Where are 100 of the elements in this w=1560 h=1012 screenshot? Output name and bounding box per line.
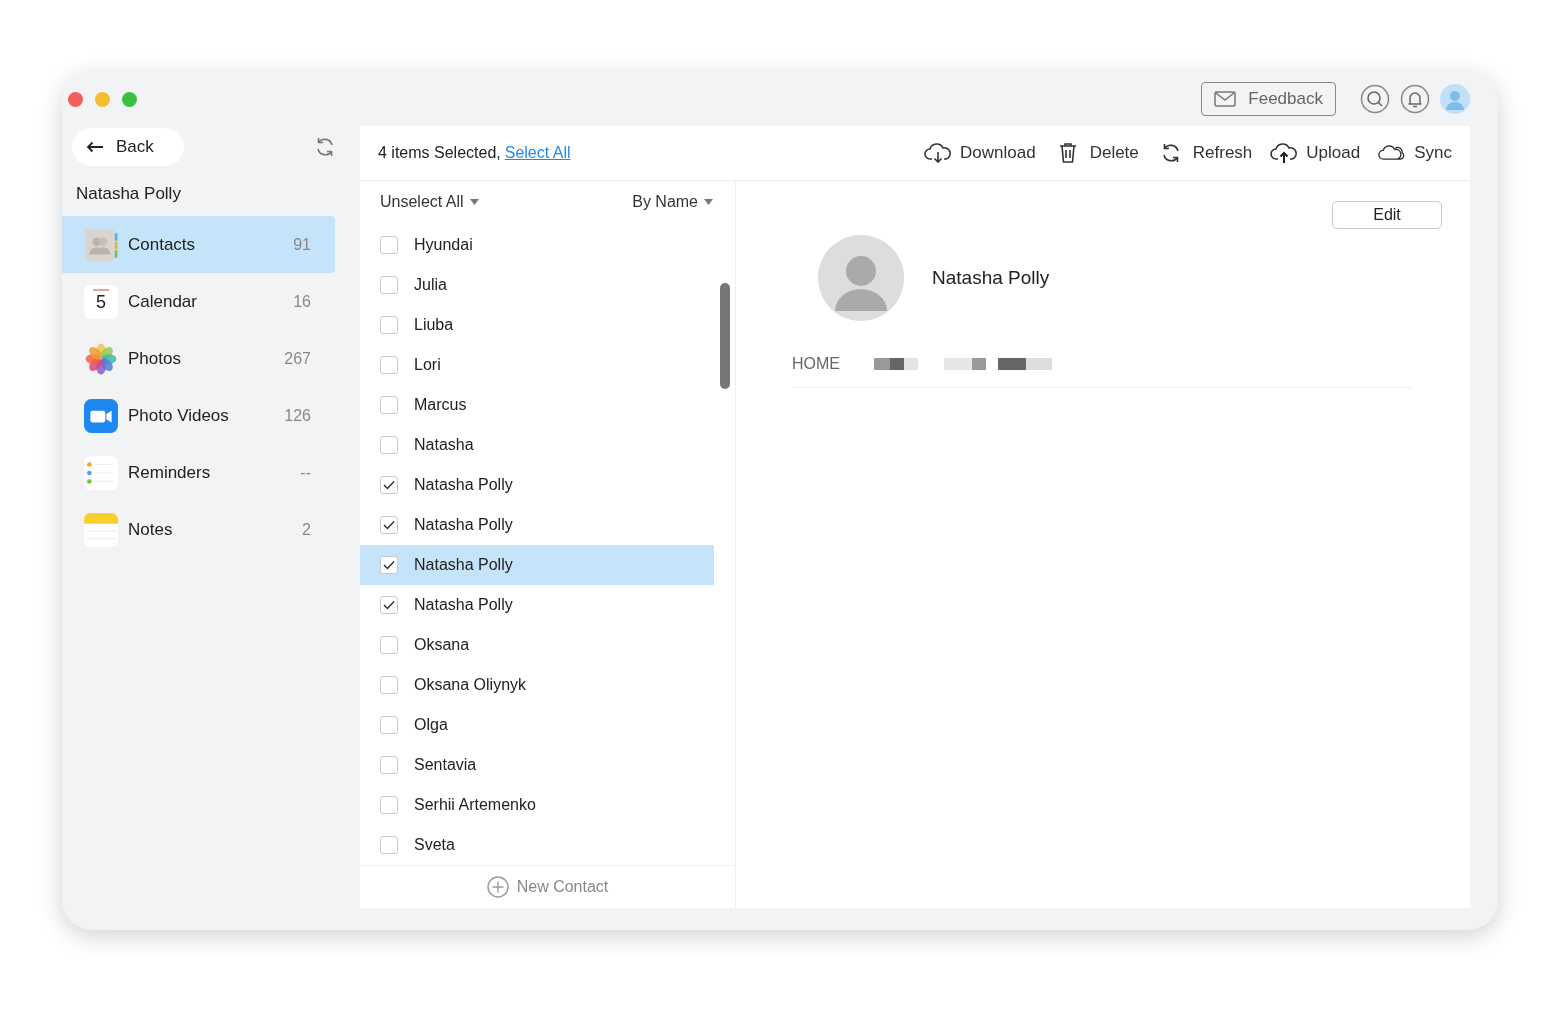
contact-row[interactable]: Serhii Artemenko [360, 785, 714, 825]
sidebar-item[interactable]: Reminders -- [62, 444, 335, 501]
contact-row[interactable]: Natasha Polly [360, 545, 714, 585]
contact-row[interactable]: Sveta [360, 825, 714, 865]
cloud-download-icon [924, 142, 953, 164]
contact-row[interactable]: Natasha [360, 425, 714, 465]
category-label: Photos [128, 348, 182, 369]
checkbox[interactable] [380, 596, 398, 614]
sidebar-item[interactable]: Photo Videos 126 [62, 387, 335, 444]
contact-row[interactable]: Lori [360, 345, 714, 385]
item-count: -- [300, 463, 311, 482]
contact-name: Julia [414, 276, 447, 294]
category-label: Photo Videos [128, 405, 230, 426]
contact-row[interactable]: Oksana Oliynyk [360, 665, 714, 705]
contact-name: Natasha Polly [414, 556, 513, 574]
contact-name: Oksana [414, 636, 470, 654]
checkbox[interactable] [380, 436, 398, 454]
flower-app-icon [84, 341, 118, 376]
zoom-button[interactable] [122, 91, 137, 107]
contact-row[interactable]: Sentavia [360, 745, 714, 785]
back-button[interactable]: Back [72, 128, 184, 166]
back-arrow-icon [86, 141, 104, 153]
toolbar-button[interactable]: Sync [1378, 142, 1452, 164]
contact-name: Lori [414, 356, 441, 374]
calendar-app-icon: 5 [84, 284, 118, 319]
feedback-button[interactable]: Feedback [1201, 82, 1336, 116]
sidebar-item[interactable]: 5 Calendar 16 [62, 273, 335, 330]
search-icon[interactable] [1360, 84, 1390, 114]
checkmark-icon [383, 560, 395, 570]
checkbox[interactable] [380, 396, 398, 414]
toolbar-button[interactable]: Delete [1053, 142, 1139, 164]
envelope-icon [1214, 91, 1237, 107]
contact-row[interactable]: Natasha Polly [360, 585, 714, 625]
checkbox[interactable] [380, 836, 398, 854]
contact-name: Natasha Polly [414, 596, 513, 614]
contact-row[interactable]: Hyundai [360, 225, 714, 265]
new-contact-button[interactable]: New Contact [480, 875, 615, 899]
selection-status: 4 items Selected, [378, 144, 501, 162]
contact-row[interactable]: Marcus [360, 385, 714, 425]
checkbox[interactable] [380, 236, 398, 254]
contact-name: Oksana Oliynyk [414, 676, 527, 694]
checkbox[interactable] [380, 316, 398, 334]
caret-icon [704, 199, 713, 205]
sidebar-item[interactable]: Photos 267 [62, 330, 335, 387]
user-avatar-icon[interactable] [1440, 84, 1470, 114]
contact-row[interactable]: Olga [360, 705, 714, 745]
contacts-app-icon [84, 227, 118, 262]
contact-name: Natasha Polly [414, 516, 513, 534]
contact-name: Hyundai [414, 236, 473, 254]
checkbox[interactable] [380, 476, 398, 494]
contact-row[interactable]: Oksana [360, 625, 714, 665]
checkbox[interactable] [380, 556, 398, 574]
checkbox[interactable] [380, 636, 398, 654]
contact-row[interactable]: Natasha Polly [360, 505, 714, 545]
category-label: Calendar [128, 291, 198, 312]
unselect-all-dropdown[interactable]: Unselect All [380, 193, 479, 211]
sidebar-item[interactable]: Notes 2 [62, 501, 335, 558]
category-label: Reminders [128, 462, 212, 483]
caret-icon [469, 199, 479, 205]
item-count: 16 [293, 292, 311, 311]
sort-dropdown[interactable]: By Name [632, 193, 713, 211]
refresh-icon[interactable] [314, 136, 336, 158]
contact-name: Serhii Artemenko [414, 796, 536, 814]
edit-button[interactable]: Edit [1332, 201, 1442, 229]
contact-name: Natasha Polly [414, 476, 513, 494]
contact-name: Liuba [414, 316, 454, 334]
checkbox[interactable] [380, 796, 398, 814]
contact-name: Sentavia [414, 756, 477, 774]
checkmark-icon [383, 520, 395, 530]
checkmark-icon [383, 600, 395, 610]
toolbar-button[interactable]: Download [924, 142, 1036, 164]
scrollbar-thumb[interactable] [720, 283, 730, 389]
contact-row[interactable]: Natasha Polly [360, 465, 714, 505]
minimize-button[interactable] [95, 91, 110, 107]
checkbox[interactable] [380, 676, 398, 694]
select-all-link[interactable]: Select All [504, 144, 571, 162]
checkbox[interactable] [380, 356, 398, 374]
contact-name: Natasha [414, 436, 474, 454]
field-label: HOME [792, 355, 840, 373]
cloud-upload-icon [1270, 142, 1299, 164]
checkbox[interactable] [380, 516, 398, 534]
item-count: 91 [293, 235, 311, 254]
category-label: Notes [128, 519, 174, 540]
contact-name: Marcus [414, 396, 467, 414]
toolbar-button[interactable]: Refresh [1156, 142, 1253, 164]
bell-icon[interactable] [1400, 84, 1430, 114]
item-count: 126 [284, 406, 311, 425]
checkbox[interactable] [380, 276, 398, 294]
category-label: Contacts [128, 234, 197, 255]
item-count: 2 [302, 520, 311, 539]
toolbar-button[interactable]: Upload [1270, 142, 1361, 164]
close-button[interactable] [68, 91, 83, 107]
contact-name: Sveta [414, 836, 455, 854]
plus-icon [486, 876, 509, 898]
sidebar-item[interactable]: Contacts 91 [62, 216, 335, 273]
checkbox[interactable] [380, 716, 398, 734]
contact-row[interactable]: Julia [360, 265, 714, 305]
checkbox[interactable] [380, 756, 398, 774]
notepad-app-icon [84, 512, 118, 547]
contact-row[interactable]: Liuba [360, 305, 714, 345]
